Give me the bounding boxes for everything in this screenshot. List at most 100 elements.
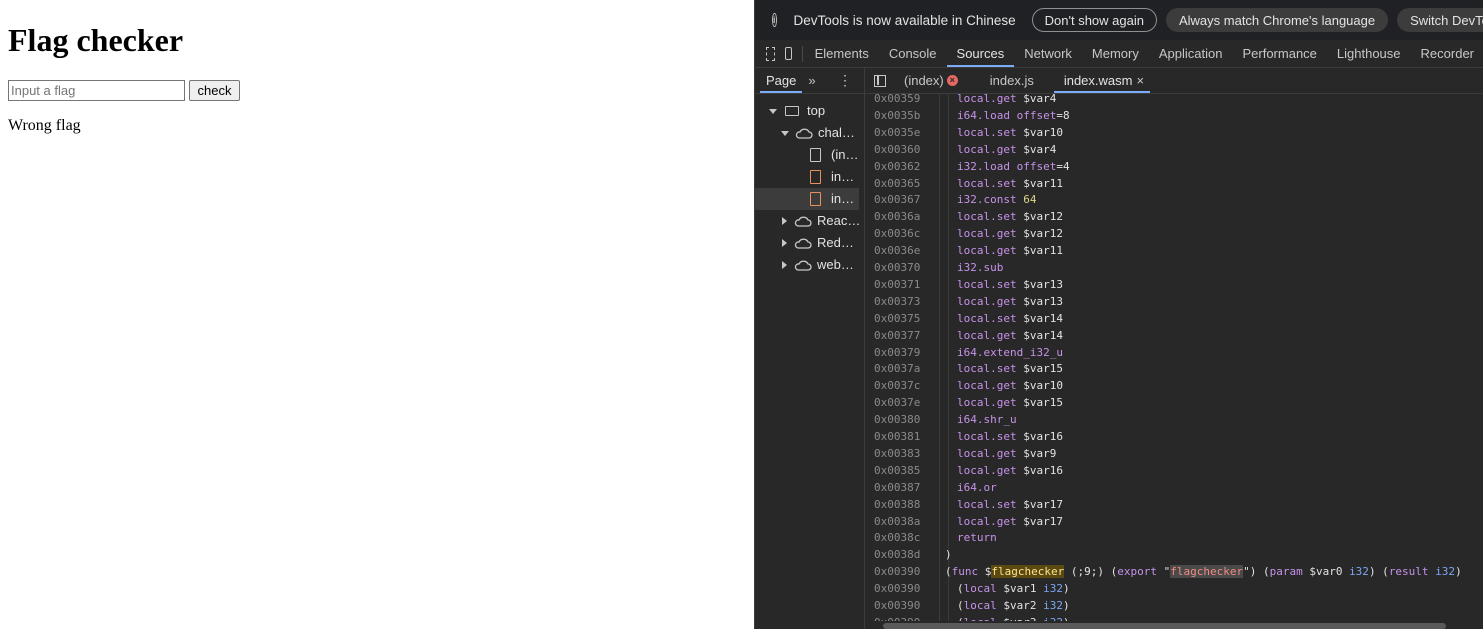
navigator-tab-page[interactable]: Page — [759, 68, 803, 93]
inspect-element-icon[interactable] — [766, 46, 775, 61]
tree-item-redux[interactable]: Red… — [782, 232, 854, 254]
tree-item-label: Red… — [817, 235, 854, 250]
toggle-navigator-icon[interactable] — [874, 74, 886, 87]
line-address[interactable]: 0x0038d — [874, 546, 934, 563]
tab-network[interactable]: Network — [1014, 40, 1082, 67]
line-address[interactable]: 0x00362 — [874, 158, 934, 175]
code-text: local.get $var17 — [957, 514, 1063, 528]
switch-language-button[interactable]: Switch DevTools to Chinese — [1397, 8, 1483, 32]
line-address[interactable]: 0x00367 — [874, 191, 934, 208]
line-address[interactable]: 0x0038a — [874, 513, 934, 530]
tab-memory[interactable]: Memory — [1082, 40, 1149, 67]
device-toolbar-icon[interactable] — [784, 47, 793, 60]
tree-item-webpack[interactable]: web… — [782, 254, 854, 276]
line-address[interactable]: 0x00377 — [874, 327, 934, 344]
line-address[interactable]: 0x00385 — [874, 462, 934, 479]
horizontal-scrollbar[interactable] — [865, 621, 1483, 629]
line-address[interactable]: 0x00383 — [874, 445, 934, 462]
editor-tab-label: index.wasm — [1063, 73, 1133, 88]
line-address[interactable]: 0x00370 — [874, 259, 934, 276]
line-address[interactable]: 0x0037e — [874, 394, 934, 411]
code-text: local.get $var10 — [957, 379, 1063, 393]
code-text: i32.load offset=4 — [957, 159, 1070, 173]
line-address[interactable]: 0x00371 — [874, 276, 934, 293]
tree-item-index-wasm[interactable]: in… — [755, 188, 859, 210]
tab-application[interactable]: Application — [1149, 40, 1233, 67]
tree-item-label: in… — [831, 169, 855, 184]
line-address[interactable]: 0x0036e — [874, 242, 934, 259]
line-address[interactable]: 0x0036a — [874, 208, 934, 225]
code-text: return — [957, 531, 997, 545]
code-text: local.get $var4 — [957, 142, 1057, 156]
line-address[interactable]: 0x0037c — [874, 377, 934, 394]
line-address[interactable]: 0x00373 — [874, 293, 934, 310]
line-address[interactable]: 0x00375 — [874, 310, 934, 327]
expand-right-icon[interactable] — [782, 239, 787, 247]
tree-item-index-html[interactable]: (in… — [810, 144, 858, 166]
close-tab-icon[interactable]: × — [1136, 68, 1144, 93]
code-editor[interactable]: 0x00359 local.get $var4 0x0035b i64.load of… — [865, 94, 1483, 629]
line-address[interactable]: 0x00360 — [874, 141, 934, 158]
line-address[interactable]: 0x00390 — [874, 580, 934, 597]
editor-tab-label: index.js — [989, 73, 1034, 88]
more-tabs-icon[interactable]: » — [808, 73, 815, 88]
editor-tab-index-wasm[interactable]: index.wasm × — [1053, 68, 1151, 93]
tab-recorder[interactable]: Recorder — [1411, 40, 1483, 67]
line-address[interactable]: 0x00390 — [874, 563, 934, 580]
code-text: (local $var1 i32) — [957, 582, 1070, 596]
line-address[interactable]: 0x00379 — [874, 344, 934, 361]
line-address[interactable]: 0x00365 — [874, 175, 934, 192]
web-page: Flag checker check Wrong flag — [0, 0, 754, 629]
expand-down-icon[interactable] — [769, 108, 777, 114]
line-address[interactable]: 0x0036c — [874, 225, 934, 242]
scrollbar-thumb[interactable] — [883, 623, 1446, 629]
line-address[interactable]: 0x00381 — [874, 428, 934, 445]
code-text: i64.load offset=8 — [957, 108, 1070, 122]
expand-right-icon[interactable] — [782, 261, 787, 269]
cloud-icon — [794, 238, 812, 249]
code-text: local.get $var11 — [957, 244, 1063, 258]
line-address[interactable]: 0x00359 — [874, 94, 934, 107]
tab-performance[interactable]: Performance — [1232, 40, 1326, 67]
line-address[interactable]: 0x00388 — [874, 496, 934, 513]
code-text: local.get $var13 — [957, 294, 1063, 308]
line-address[interactable]: 0x00380 — [874, 411, 934, 428]
infobar-message: DevTools is now available in Chinese — [793, 12, 1016, 28]
expand-down-icon[interactable] — [781, 130, 789, 136]
tree-item-origin[interactable]: chal… — [781, 122, 855, 144]
code-text: i64.extend_i32_u — [957, 345, 1063, 359]
tab-console[interactable]: Console — [879, 40, 947, 67]
tree-item-react[interactable]: Reac… — [782, 210, 860, 232]
tab-lighthouse[interactable]: Lighthouse — [1327, 40, 1411, 67]
code-text: local.set $var17 — [957, 497, 1063, 511]
editor-tab-index-js[interactable]: index.js — [990, 68, 1034, 93]
tree-item-index-js[interactable]: in… — [810, 166, 854, 188]
editor-tabs: (index) × index.js index.wasm × — [865, 68, 1483, 94]
cloud-icon — [794, 216, 812, 227]
devtools-tabbar: Elements Console Sources Network Memory … — [755, 40, 1483, 68]
line-address[interactable]: 0x0038c — [874, 529, 934, 546]
tab-sources[interactable]: Sources — [946, 40, 1015, 67]
tree-item-label: in… — [831, 191, 855, 206]
tree-item-top[interactable]: top — [769, 100, 825, 122]
flag-input[interactable] — [8, 80, 185, 101]
line-address[interactable]: 0x0035b — [874, 107, 934, 124]
line-address[interactable]: 0x00387 — [874, 479, 934, 496]
cloud-icon — [795, 128, 813, 139]
line-address[interactable]: 0x00390 — [874, 597, 934, 614]
check-button[interactable]: check — [189, 80, 240, 101]
error-icon: × — [946, 75, 958, 86]
frame-icon — [785, 106, 799, 116]
always-match-language-button[interactable]: Always match Chrome's language — [1165, 8, 1389, 32]
more-options-icon[interactable]: ⋮ — [838, 73, 852, 87]
code-text: local.get $var16 — [957, 463, 1063, 477]
expand-right-icon[interactable] — [782, 217, 787, 225]
tree-item-label: chal… — [818, 125, 855, 140]
editor-tab-index[interactable]: (index) × — [904, 68, 958, 93]
line-address[interactable]: 0x0037a — [874, 360, 934, 377]
line-address[interactable]: 0x0035e — [874, 124, 934, 141]
tab-elements[interactable]: Elements — [805, 40, 879, 67]
dont-show-again-button[interactable]: Don't show again — [1031, 8, 1157, 32]
tree-item-label: top — [807, 103, 826, 118]
file-icon — [810, 148, 821, 162]
